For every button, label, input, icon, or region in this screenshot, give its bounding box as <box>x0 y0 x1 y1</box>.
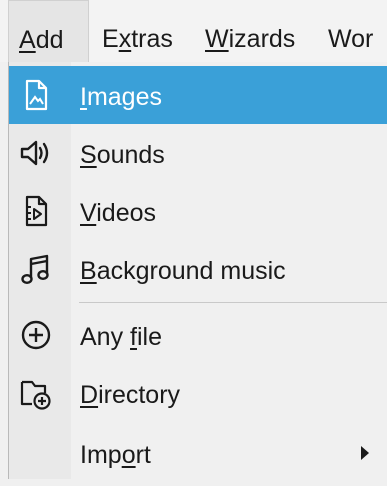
menu-item-import-label: Import <box>80 441 151 469</box>
menu-extras-label-post: tras <box>131 25 173 53</box>
menu-add[interactable]: Add <box>8 0 89 62</box>
menu-extras-label-pre: E <box>102 25 119 53</box>
menu-item-directory[interactable]: Directory <box>9 364 387 422</box>
music-note-icon <box>19 252 53 286</box>
menu-bar: Add Extras Wizards Wor <box>0 0 387 62</box>
menu-item-videos-label: Videos <box>80 199 156 227</box>
image-file-icon <box>19 78 53 112</box>
menu-item-images-label: Images <box>80 83 162 111</box>
menu-item-sounds[interactable]: Sounds <box>9 124 387 182</box>
menu-item-any-file[interactable]: Any file <box>9 306 387 364</box>
menu-item-background-music[interactable]: Background music <box>9 240 387 298</box>
menu-extras[interactable]: Extras <box>102 0 173 62</box>
menu-item-any-file-label: Any file <box>80 323 162 351</box>
menu-add-accel: A <box>19 26 36 54</box>
menu-item-import[interactable]: Import <box>9 424 387 482</box>
menu-item-directory-label: Directory <box>80 381 181 409</box>
menu-item-videos[interactable]: Videos <box>9 182 387 240</box>
add-folder-icon <box>19 376 53 410</box>
menu-item-sounds-label: Sounds <box>80 141 165 169</box>
menu-wizards-accel: W <box>205 25 229 53</box>
add-circle-icon <box>19 318 53 352</box>
menu-window[interactable]: Wor <box>328 0 373 62</box>
video-file-icon <box>19 194 53 228</box>
menu-add-label-post: dd <box>35 26 64 54</box>
menu-window-label: Wor <box>328 25 374 53</box>
speaker-icon <box>19 136 53 170</box>
menu-item-background-music-label: Background music <box>80 257 286 285</box>
menu-wizards[interactable]: Wizards <box>205 0 295 62</box>
menu-item-images[interactable]: Images <box>9 66 387 124</box>
submenu-arrow-icon <box>361 446 369 460</box>
menu-wizards-label-post: izards <box>228 25 296 53</box>
add-dropdown-menu: Images Sounds Videos Background music An… <box>8 62 387 479</box>
menu-separator <box>79 302 387 303</box>
menu-extras-accel: x <box>118 25 132 53</box>
